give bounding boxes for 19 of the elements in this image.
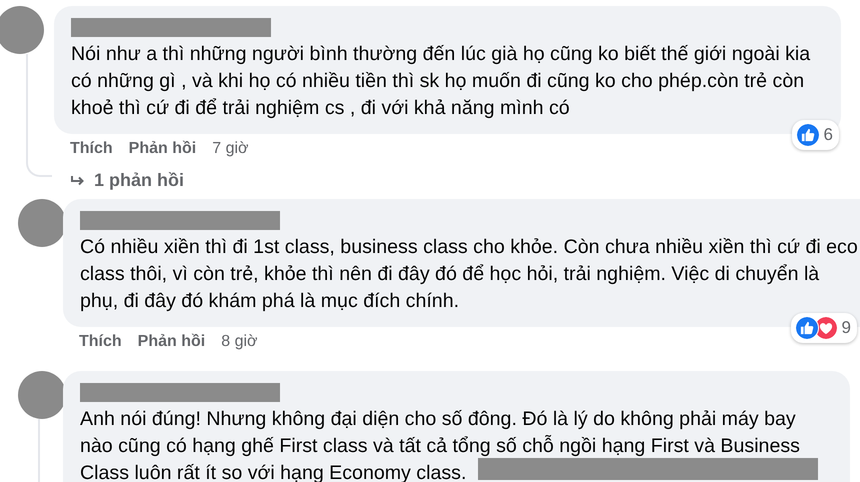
like-link[interactable]: Thích [70, 140, 113, 158]
reply-arrow-icon [70, 174, 86, 188]
reply-link[interactable]: Phản hồi [138, 332, 206, 350]
view-replies-link[interactable]: 1 phản hồi [70, 170, 184, 191]
thumbs-up-icon [794, 316, 819, 340]
avatar[interactable] [0, 6, 44, 54]
avatar[interactable] [18, 198, 66, 246]
reaction-count: 6 [824, 125, 833, 145]
timestamp: 8 giờ [221, 332, 258, 350]
reaction-pill[interactable]: 9 [790, 312, 857, 342]
avatar[interactable] [18, 370, 66, 418]
reaction-pill[interactable]: 6 [792, 120, 839, 150]
comment-text: Nói như a thì những người bình thường đến lúc già họ cũng ko biết thế giới ngoài kia có những gì , và khi họ có nhiều tiền thì sk họ muốn đi cũng ko cho phép.còn trẻ còn khoẻ thì cứ đi để trải nghiệm cs , đi với khả năng mình có [71, 43, 810, 119]
like-link[interactable]: Thích [79, 332, 122, 350]
comment-text: Có nhiều xiền thì đi 1st class, business class cho khỏe. Còn chưa nhiều xiền thì cứ đi eco class thôi, vì còn trẻ, khỏe thì nên đi đây đó để học hỏi, trải nghiệm. Việc di chuyển là phụ, đi đây đó khám phá là mục đích chính. [80, 236, 858, 312]
reaction-count: 9 [842, 318, 851, 338]
reply-link[interactable]: Phản hồi [128, 140, 196, 158]
timestamp: 7 giờ [212, 140, 249, 158]
thumbs-up-icon [796, 123, 820, 147]
